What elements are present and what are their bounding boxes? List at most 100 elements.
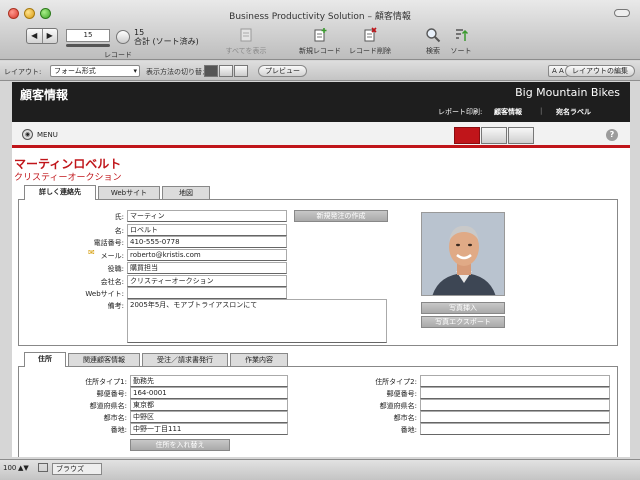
record-sort-state: 合計 (ソート済み) — [134, 37, 199, 46]
record-pie-icon — [116, 30, 130, 44]
delete-record-label: レコード削除 — [349, 47, 391, 55]
report-customer-button[interactable]: 顧客情報 — [494, 107, 522, 117]
menu-button[interactable]: MENU — [37, 131, 58, 139]
new-record-button[interactable]: 新規レコード — [298, 27, 342, 56]
window-titlebar: Business Productivity Solution – 顧客情報 ◀ … — [0, 0, 640, 60]
zoom-icon[interactable]: ▲▼ — [18, 464, 29, 472]
next-record-icon[interactable]: ▶ — [43, 29, 58, 43]
last-name-label: 氏: — [114, 213, 124, 221]
window-title: Business Productivity Solution – 顧客情報 — [229, 12, 411, 22]
page-title: 顧客情報 — [20, 88, 69, 102]
sort-button[interactable]: ソート — [448, 27, 474, 56]
prefecture2-field[interactable] — [420, 399, 610, 411]
menu-icon[interactable]: ◉ — [22, 129, 33, 140]
company-label: 会社名: — [100, 278, 124, 286]
zip-label: 郵便番号: — [96, 390, 127, 398]
address-type1-field[interactable]: 勤務先 — [130, 375, 288, 387]
delete-record-icon — [364, 27, 377, 42]
view-switch-label: 表示方法の切り替え: — [146, 68, 212, 76]
street-field[interactable]: 中野一丁目111 — [130, 423, 288, 435]
city-field[interactable]: 中野区 — [130, 411, 288, 423]
find-label: 検索 — [426, 47, 440, 55]
show-all-icon — [240, 28, 252, 42]
website-field[interactable] — [127, 287, 287, 299]
status-area-icon[interactable] — [38, 463, 48, 472]
address-type2-field[interactable] — [420, 375, 610, 387]
brand-name: Big Mountain Bikes — [515, 86, 620, 99]
preview-button[interactable]: プレビュー — [258, 65, 307, 77]
list-view-button[interactable] — [219, 65, 233, 77]
address-type1-label: 住所タイプ1: — [85, 378, 127, 386]
table-segment-button[interactable] — [508, 127, 534, 144]
zip-field[interactable]: 164-0001 — [130, 387, 288, 399]
mode-indicator: ブラウズ — [52, 463, 102, 475]
prev-record-icon[interactable]: ◀ — [27, 29, 43, 43]
tab-contact[interactable]: 詳しく連絡先 — [24, 185, 96, 200]
city-label: 都市名: — [103, 414, 127, 422]
record-slider[interactable] — [66, 44, 110, 47]
record-count-value: 15 — [134, 28, 145, 37]
tab-work[interactable]: 作業内容 — [230, 353, 288, 367]
layout-header: 顧客情報 Big Mountain Bikes レポート印刷: 顧客情報 | 宛… — [12, 82, 630, 122]
role-label: 役職: — [107, 265, 124, 273]
prefecture-label: 都道府県名: — [89, 402, 127, 410]
sort-icon — [456, 29, 469, 41]
photo-export-button[interactable]: 写真エクスポート — [421, 316, 505, 328]
role-field[interactable]: 購買担当 — [127, 262, 287, 274]
form-segment-button[interactable] — [454, 127, 480, 144]
layout-content: 顧客情報 Big Mountain Bikes レポート印刷: 顧客情報 | 宛… — [12, 82, 630, 457]
layout-select[interactable]: フォーム形式 — [50, 65, 140, 77]
menu-bar: ◉ MENU ? — [12, 122, 630, 148]
record-label: レコード — [104, 51, 132, 59]
swap-address-button[interactable]: 住所を入れ替え — [130, 439, 230, 451]
edit-layout-button[interactable]: レイアウトの編集 — [565, 65, 635, 77]
city2-field[interactable] — [420, 411, 610, 423]
record-count: 15 合計 (ソート済み) — [134, 28, 199, 46]
new-order-button[interactable]: 新規発注の作成 — [294, 210, 388, 222]
show-all-label: すべてを表示 — [225, 47, 267, 55]
street-label: 番地: — [110, 426, 127, 434]
phone-field[interactable]: 410-555-0778 — [127, 236, 287, 248]
help-icon[interactable]: ? — [606, 129, 618, 141]
list-segment-button[interactable] — [481, 127, 507, 144]
photo-insert-button[interactable]: 写真挿入 — [421, 302, 505, 314]
zip2-field[interactable] — [420, 387, 610, 399]
tab-map[interactable]: 地図 — [162, 186, 210, 200]
tab-related-customers[interactable]: 関連顧客情報 — [68, 353, 140, 367]
new-record-label: 新規レコード — [299, 47, 341, 55]
street2-label: 番地: — [400, 426, 417, 434]
new-record-icon — [314, 28, 327, 42]
address-type2-label: 住所タイプ2: — [375, 378, 417, 386]
report-label-button[interactable]: 宛名ラベル — [556, 107, 591, 117]
street2-field[interactable] — [420, 423, 610, 435]
tab-website[interactable]: Webサイト — [98, 186, 160, 200]
show-all-button[interactable]: すべてを表示 — [224, 27, 268, 56]
record-nav-arrows[interactable]: ◀ ▶ — [26, 28, 58, 44]
layout-bar: レイアウト: フォーム形式 表示方法の切り替え: プレビュー A A レイアウト… — [0, 61, 640, 81]
form-view-button[interactable] — [204, 65, 218, 77]
portrait-image — [422, 213, 504, 295]
report-print-label: レポート印刷: — [438, 108, 483, 116]
toolbar-toggle-button[interactable] — [614, 9, 630, 17]
notes-label: 備考: — [107, 302, 124, 310]
tab-orders-invoices[interactable]: 受注／請求書発行 — [142, 353, 228, 367]
company-field[interactable]: クリスティーオークション — [127, 275, 287, 287]
email-label: メール: — [100, 252, 124, 260]
layout-label: レイアウト: — [4, 68, 42, 76]
notes-field[interactable]: 2005年5月、モアブトライアスロンにて — [127, 299, 387, 343]
prefecture2-label: 都道府県名: — [379, 402, 417, 410]
record-company: クリスティーオークション — [14, 173, 122, 183]
last-name-field[interactable]: マーティン — [127, 210, 287, 222]
status-bar: 100 ▲▼ ブラウズ — [0, 459, 640, 480]
delete-record-button[interactable]: レコード削除 — [348, 27, 392, 56]
prefecture-field[interactable]: 東京都 — [130, 399, 288, 411]
record-number-field[interactable]: 15 — [66, 29, 110, 42]
find-button[interactable]: 検索 — [420, 27, 446, 56]
report-divider: | — [540, 107, 543, 115]
email-field[interactable]: roberto@kristis.com — [127, 249, 287, 261]
zoom-level[interactable]: 100 — [3, 464, 16, 472]
tab-address[interactable]: 住所 — [24, 352, 66, 367]
phone-label: 電話番号: — [93, 239, 124, 247]
table-view-button[interactable] — [234, 65, 248, 77]
first-name-field[interactable]: ロベルト — [127, 224, 287, 236]
